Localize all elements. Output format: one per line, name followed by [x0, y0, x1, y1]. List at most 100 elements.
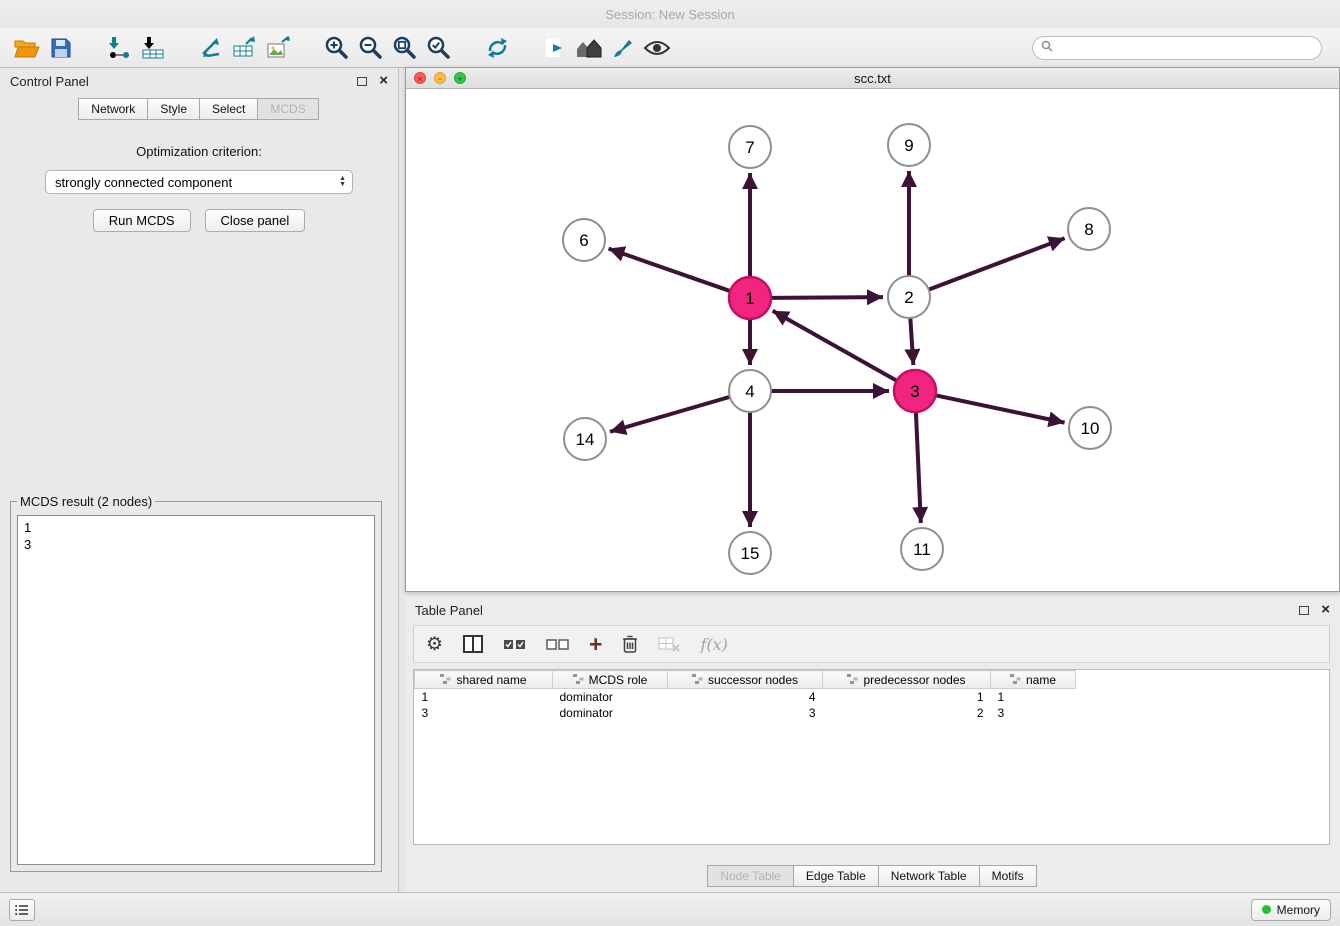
run-mcds-button[interactable]: Run MCDS [93, 209, 191, 232]
tab-edge-table[interactable]: Edge Table [793, 865, 879, 887]
delete-column-trash-icon[interactable] [622, 634, 638, 654]
graph-node-9[interactable]: 9 [888, 124, 930, 166]
table-cell[interactable]: dominator [553, 705, 668, 721]
table-header-row: shared name MCDS role successor nodesprede… [415, 671, 1076, 689]
tab-network-table[interactable]: Network Table [878, 865, 980, 887]
graph-node-3[interactable]: 3 [894, 370, 936, 412]
function-builder-icon: f(x) [700, 635, 727, 654]
application-window: Session: New Session [0, 0, 1340, 926]
select-all-rows-icon[interactable] [503, 638, 526, 651]
graph-node-label: 7 [745, 138, 754, 157]
import-table-icon[interactable] [136, 32, 170, 64]
table-cell[interactable]: 3 [415, 705, 553, 721]
search-input[interactable] [1059, 41, 1313, 55]
refresh-icon[interactable] [480, 32, 514, 64]
table-cell[interactable]: 2 [823, 705, 991, 721]
float-panel-icon[interactable] [357, 77, 367, 86]
search-box[interactable] [1032, 36, 1322, 60]
graph-node-14[interactable]: 14 [564, 418, 606, 460]
graph-node-label: 10 [1081, 419, 1100, 438]
deselect-all-rows-icon[interactable] [546, 638, 569, 651]
table-cell[interactable]: dominator [553, 689, 668, 705]
export-image-icon[interactable] [262, 32, 296, 64]
graph-edge-2-8[interactable] [929, 238, 1065, 289]
table-cell[interactable]: 1 [823, 689, 991, 705]
optimization-criterion-select[interactable]: strongly connected component ▲▼ [45, 170, 353, 194]
task-history-button[interactable] [9, 899, 35, 921]
table-cell[interactable]: 3 [668, 705, 823, 721]
table-cell[interactable]: 3 [991, 705, 1076, 721]
graph-node-11[interactable]: 11 [901, 528, 943, 570]
graph-edge-3-1[interactable] [773, 311, 897, 381]
tab-select[interactable]: Select [199, 98, 258, 120]
close-window-icon[interactable]: × [414, 72, 426, 84]
mcds-result-value: 3 [24, 536, 368, 553]
graph-node-1[interactable]: 1 [729, 277, 771, 319]
network-window-titlebar[interactable]: × − + scc.txt [406, 68, 1339, 89]
table-row[interactable]: 3dominator323 [415, 705, 1076, 721]
column-header-mcds-role[interactable]: MCDS role [553, 671, 668, 689]
dropdown-stepper-icon: ▲▼ [339, 176, 346, 188]
tab-style[interactable]: Style [147, 98, 200, 120]
table-cell[interactable]: 4 [668, 689, 823, 705]
graph-edge-1-2[interactable] [771, 297, 883, 298]
table-cell[interactable]: 1 [991, 689, 1076, 705]
table-settings-gear-icon[interactable]: ⚙ [426, 635, 443, 654]
column-header-name[interactable]: name [991, 671, 1076, 689]
zoom-fit-icon[interactable] [388, 32, 422, 64]
show-columns-icon[interactable] [463, 635, 483, 653]
float-table-panel-icon[interactable] [1299, 606, 1309, 615]
column-header-successor-nodes[interactable]: successor nodes [668, 671, 823, 689]
annotation-document-icon[interactable] [538, 32, 572, 64]
graph-edge-3-10[interactable] [936, 395, 1065, 422]
network-canvas[interactable]: 7 9 6 8 1 2 4 3 14 10 15 11 [406, 89, 1339, 591]
graph-node-6[interactable]: 6 [563, 219, 605, 261]
tab-network[interactable]: Network [78, 98, 148, 120]
graph-edge-3-11[interactable] [916, 412, 921, 523]
tab-node-table[interactable]: Node Table [707, 865, 794, 887]
graph-node-2[interactable]: 2 [888, 276, 930, 318]
toolbar-group-zoom [320, 32, 456, 64]
toolbar-group-import [102, 32, 170, 64]
save-session-icon[interactable] [44, 32, 78, 64]
graph-edge-1-6[interactable] [609, 249, 731, 291]
graph-node-label: 14 [576, 430, 595, 449]
toolbar-group-export [194, 32, 296, 64]
open-session-folder-icon[interactable] [10, 32, 44, 64]
maximize-window-icon[interactable]: + [454, 72, 466, 84]
table-row[interactable]: 1dominator411 [415, 689, 1076, 705]
style-brush-icon[interactable] [606, 32, 640, 64]
graph-edge-4-14[interactable] [610, 397, 730, 432]
new-network-icon[interactable] [194, 32, 228, 64]
mcds-result-box[interactable]: 13 [17, 515, 375, 865]
zoom-in-icon[interactable] [320, 32, 354, 64]
graph-node-10[interactable]: 10 [1069, 407, 1111, 449]
graph-node-15[interactable]: 15 [729, 532, 771, 574]
export-table-icon[interactable] [228, 32, 262, 64]
graph-node-4[interactable]: 4 [729, 370, 771, 412]
column-header-label: MCDS role [589, 673, 648, 687]
show-hide-eye-icon[interactable] [640, 32, 674, 64]
close-panel-button[interactable]: Close panel [205, 209, 306, 232]
close-panel-icon[interactable]: × [379, 74, 388, 88]
tab-motifs[interactable]: Motifs [979, 865, 1037, 887]
graph-node-7[interactable]: 7 [729, 126, 771, 168]
zoom-out-icon[interactable] [354, 32, 388, 64]
add-column-icon[interactable]: + [589, 634, 602, 654]
column-header-shared-name[interactable]: shared name [415, 671, 553, 689]
tab-mcds[interactable]: MCDS [257, 98, 318, 120]
home-network-icon[interactable] [572, 32, 606, 64]
minimize-window-icon[interactable]: − [434, 72, 446, 84]
import-network-icon[interactable] [102, 32, 136, 64]
graph-edge-2-3[interactable] [910, 318, 913, 365]
node-table-container[interactable]: shared name MCDS role successor nodesprede… [413, 669, 1330, 845]
table-cell[interactable]: 1 [415, 689, 553, 705]
window-title: Session: New Session [605, 7, 734, 22]
close-table-panel-icon[interactable]: × [1321, 603, 1330, 617]
zoom-selected-icon[interactable] [422, 32, 456, 64]
column-header-predecessor-nodes[interactable]: predecessor nodes [823, 671, 991, 689]
graph-node-8[interactable]: 8 [1068, 208, 1110, 250]
memory-button[interactable]: Memory [1251, 899, 1331, 921]
control-panel-tabs: NetworkStyleSelectMCDS [0, 98, 398, 120]
column-header-label: shared name [456, 673, 526, 687]
